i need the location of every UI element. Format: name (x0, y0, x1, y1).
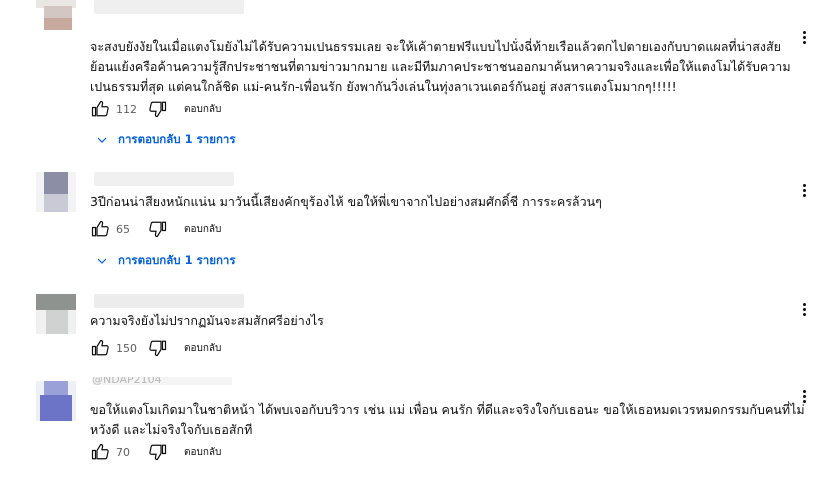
comment-text-line: ย้อนแย้งครือค้านความรู้สึกประชาชนที่ตามข… (90, 59, 791, 74)
comment-menu-button[interactable] (796, 386, 812, 406)
more-vert-icon (802, 183, 806, 187)
thumbs-down-icon (149, 340, 167, 357)
comment-text-line: ขอให้แตงโมเกิดมาในชาติหน้า ได้พบเจอกับบร… (90, 402, 805, 417)
thumbs-up-icon (91, 220, 109, 237)
like-count: 112 (116, 102, 137, 116)
chevron-down-icon (97, 258, 107, 264)
like-button[interactable] (90, 219, 110, 239)
comment-actions: 150 ตอบกลับ (90, 338, 221, 358)
dislike-button[interactable] (148, 442, 168, 462)
thumbs-down-icon (149, 221, 167, 238)
more-vert-icon (802, 40, 806, 44)
reply-button[interactable]: ตอบกลับ (184, 222, 221, 237)
more-vert-icon (802, 193, 806, 197)
chevron-down-icon (97, 137, 107, 143)
comment-actions: 112 ตอบกลับ (90, 99, 221, 119)
comment-text-line: ความจริงยังไม่ปรากฏมันจะสมสักศรีอย่างไร (90, 313, 324, 328)
more-vert-icon (802, 302, 806, 306)
dislike-button[interactable] (148, 219, 168, 239)
reply-button[interactable]: ตอบกลับ (184, 445, 221, 460)
comment-menu-button[interactable] (796, 27, 812, 47)
comment-text: 3ปีก่อนน่าสียงหนักแน่น มาวันนี้เสียงคักข… (90, 192, 602, 212)
reply-button[interactable]: ตอบกลับ (184, 102, 221, 117)
more-vert-icon (802, 35, 806, 39)
comment-text: จะสงบยังงัยในเมื่อแตงโมยังไม่ได้รับความเ… (90, 37, 791, 97)
like-count: 70 (116, 445, 130, 459)
more-vert-icon (802, 307, 806, 311)
avatar[interactable] (36, 172, 76, 212)
comment-thread: ความจริงยังไม่ปรากฏมันจะสมสักศรีอย่างไร … (0, 290, 820, 365)
replies-toggle[interactable]: การตอบกลับ 1 รายการ (96, 252, 236, 270)
author-name[interactable]: @NDAP2104 (92, 377, 232, 385)
more-vert-icon (802, 394, 806, 398)
more-vert-icon (802, 312, 806, 316)
thumbs-up-icon (91, 443, 109, 460)
avatar[interactable] (36, 381, 76, 421)
avatar[interactable] (36, 0, 76, 30)
comment-menu-button[interactable] (796, 180, 812, 200)
comment-actions: 65 ตอบกลับ (90, 219, 221, 239)
comment-text-line: 3ปีก่อนน่าสียงหนักแน่น มาวันนี้เสียงคักข… (90, 194, 602, 209)
replies-label: การตอบกลับ 1 รายการ (118, 253, 236, 267)
more-vert-icon (802, 389, 806, 393)
dislike-button[interactable] (148, 338, 168, 358)
comment-thread: 3ปีก่อนน่าสียงหนักแน่น มาวันนี้เสียงคักข… (0, 166, 820, 276)
more-vert-icon (802, 399, 806, 403)
like-button[interactable] (90, 442, 110, 462)
thumbs-down-icon (149, 444, 167, 461)
comment-actions: 70 ตอบกลับ (90, 442, 221, 462)
comment-thread: @NDAP2104 ขอให้แตงโมเกิดมาในชาติหน้า ได้… (0, 375, 820, 480)
comment-text: ขอให้แตงโมเกิดมาในชาติหน้า ได้พบเจอกับบร… (90, 400, 805, 440)
dislike-button[interactable] (148, 99, 168, 119)
comment-text-line: จะสงบยังงัยในเมื่อแตงโมยังไม่ได้รับความเ… (90, 39, 781, 54)
avatar[interactable] (36, 294, 76, 334)
author-handle: @NDAP2104 (92, 377, 162, 385)
comment-text-line: หวังดี และไม่จริงใจกับเธอสักที (90, 422, 253, 437)
more-vert-icon (802, 30, 806, 34)
thumbs-up-icon (91, 100, 109, 117)
like-count: 150 (116, 341, 137, 355)
thumbs-up-icon (91, 339, 109, 356)
reply-button[interactable]: ตอบกลับ (184, 341, 221, 356)
author-name[interactable] (94, 172, 234, 186)
like-count: 65 (116, 222, 130, 236)
comment-thread: จะสงบยังงัยในเมื่อแตงโมยังไม่ได้รับความเ… (0, 0, 820, 150)
comment-text: ความจริงยังไม่ปรากฏมันจะสมสักศรีอย่างไร (90, 311, 324, 331)
like-button[interactable] (90, 99, 110, 119)
thumbs-down-icon (149, 101, 167, 118)
comment-text-line: เปนธรรมที่สุด แต่คนใกล้ชิด แม่-คนรัก-เพื… (90, 79, 677, 94)
more-vert-icon (802, 188, 806, 192)
replies-toggle[interactable]: การตอบกลับ 1 รายการ (96, 131, 236, 149)
author-name[interactable] (94, 294, 244, 308)
comment-menu-button[interactable] (796, 299, 812, 319)
author-name[interactable] (94, 0, 244, 14)
replies-label: การตอบกลับ 1 รายการ (118, 132, 236, 146)
like-button[interactable] (90, 338, 110, 358)
